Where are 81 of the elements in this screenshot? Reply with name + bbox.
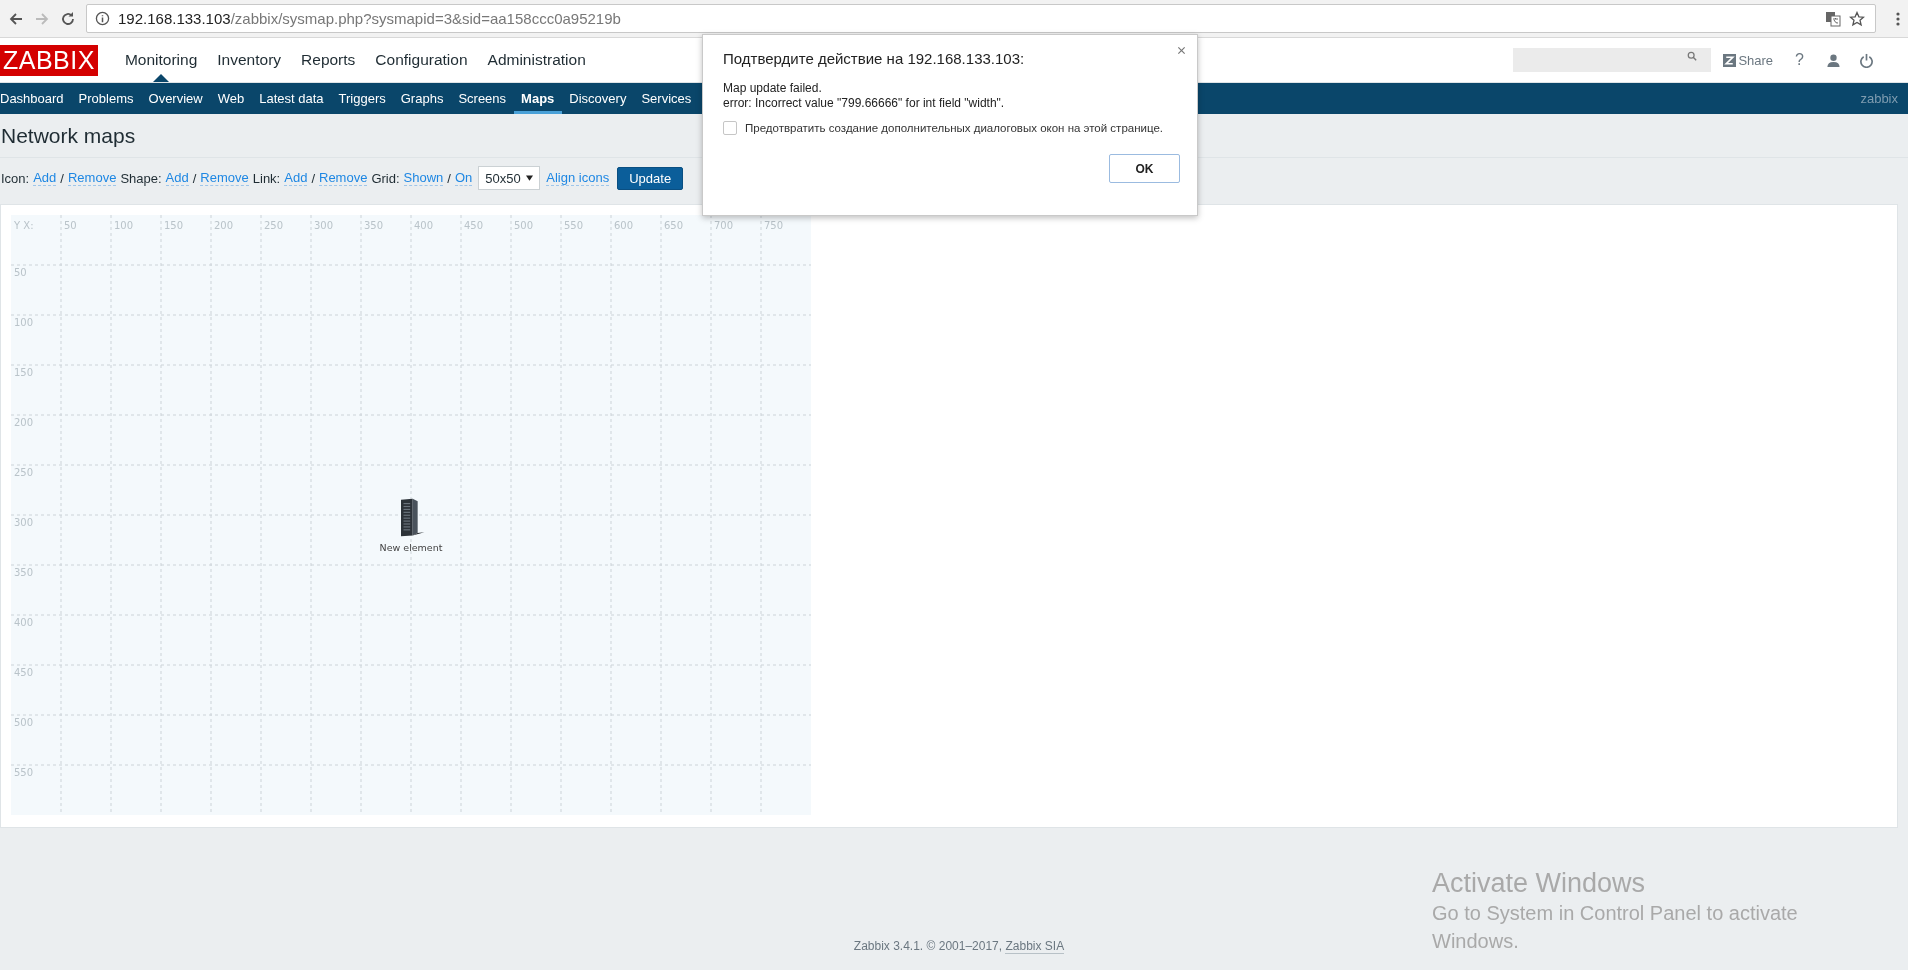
- toolbar-label: Link:: [252, 170, 281, 186]
- separator-text: /: [60, 170, 64, 186]
- axis-label: 100: [114, 220, 134, 231]
- axis-label: 200: [214, 220, 234, 231]
- dialog-message: Map update failed.: [723, 81, 823, 96]
- subnav-item[interactable]: Graphs: [393, 83, 451, 114]
- menu-item[interactable]: Inventory: [207, 38, 292, 82]
- reload-icon[interactable]: [60, 10, 76, 27]
- axis-label: 550: [564, 220, 584, 231]
- toolbar-label: Grid:: [371, 170, 400, 186]
- axis-label: 150: [164, 220, 184, 231]
- subnav-item[interactable]: Web: [210, 83, 252, 114]
- checkbox-label[interactable]: Предотвратить создание дополнительных диалоговых окон на этой странице.: [745, 122, 1163, 134]
- zabbix-logo[interactable]: ZABBIX: [0, 44, 98, 76]
- menu-item[interactable]: Reports: [291, 38, 366, 82]
- axis-label: 200: [14, 417, 34, 428]
- activation-text: Go to System in Control Panel to activate Windows.: [1432, 901, 1799, 954]
- subnav-item[interactable]: Problems: [71, 83, 142, 114]
- ok-button[interactable]: OK: [1109, 154, 1180, 183]
- subnav-item[interactable]: Dashboard: [0, 83, 72, 114]
- axis-label: 300: [314, 220, 334, 231]
- back-icon[interactable]: [8, 10, 24, 27]
- axis-label: 250: [14, 467, 34, 478]
- subnav-item[interactable]: Overview: [141, 83, 211, 114]
- axis-label: 600: [614, 220, 634, 231]
- activation-title: Activate Windows: [1432, 868, 1647, 899]
- axis-label: 550: [14, 767, 34, 778]
- url-text: 192.168.133.103/zabbix/sysmap.php?sysmapid=3&sid=aa158ccc0a95219b: [118, 10, 621, 27]
- update-button[interactable]: Update: [617, 166, 684, 190]
- footer-text: Zabbix 3.4.1. © 2001–2017, Zabbix SIA: [853, 939, 1065, 953]
- axis-label: 350: [364, 220, 384, 231]
- user-icon[interactable]: [1826, 52, 1841, 68]
- menu-item[interactable]: Configuration: [365, 38, 478, 82]
- checkbox[interactable]: [723, 121, 737, 135]
- axis-label: 300: [14, 517, 34, 528]
- axis-label: 100: [14, 317, 34, 328]
- translate-icon[interactable]: [1825, 10, 1841, 27]
- toolbar-label: Icon:: [1, 170, 30, 186]
- separator-text: /: [447, 170, 451, 186]
- star-icon[interactable]: [1849, 10, 1865, 27]
- axis-label: 50: [64, 220, 77, 231]
- dialog-message: error: Incorrect value "799.66666" for int field "width".: [723, 96, 1006, 111]
- map-element-label: New element: [379, 542, 443, 553]
- footer-link[interactable]: Zabbix SIA: [1005, 939, 1065, 954]
- info-icon[interactable]: [95, 11, 110, 26]
- dropdown-icon: [526, 175, 534, 181]
- axis-label: 650: [664, 220, 684, 231]
- address-bar[interactable]: 192.168.133.103/zabbix/sysmap.php?sysmapid=3&sid=aa158ccc0a95219b: [86, 4, 1876, 33]
- subnav-item[interactable]: Discovery: [561, 83, 634, 114]
- subnav-item[interactable]: Services: [633, 83, 699, 114]
- close-icon[interactable]: [1177, 46, 1186, 55]
- subnav-item[interactable]: Latest data: [251, 83, 332, 114]
- axis-label: 400: [14, 617, 34, 628]
- axis-label: 150: [14, 367, 34, 378]
- separator-text: /: [311, 170, 315, 186]
- power-icon[interactable]: [1859, 52, 1874, 68]
- help-link[interactable]: ?: [1795, 51, 1804, 69]
- subnav-item[interactable]: Screens: [450, 83, 514, 114]
- axis-label: 450: [464, 220, 484, 231]
- grid-size-select[interactable]: 50x50: [478, 166, 541, 190]
- menu-icon[interactable]: [1896, 10, 1900, 27]
- share-link[interactable]: Share: [1738, 52, 1774, 68]
- axis-label: 400: [414, 220, 434, 231]
- axis-label: 500: [14, 717, 34, 728]
- menu-item[interactable]: Administration: [477, 38, 596, 82]
- dialog-title: Подтвердите действие на 192.168.133.103:: [723, 50, 1026, 67]
- toolbar-label: Shape:: [120, 170, 162, 186]
- axis-label: 50: [14, 267, 27, 278]
- subnav-item[interactable]: Maps: [513, 83, 562, 114]
- search-field[interactable]: [1513, 48, 1712, 72]
- axis-label: 750: [764, 220, 784, 231]
- axis-label: 700: [714, 220, 734, 231]
- z-logo-icon: [1723, 53, 1737, 67]
- user-name: zabbix: [1860, 91, 1898, 106]
- search-icon[interactable]: [1687, 51, 1698, 61]
- subnav-item[interactable]: Triggers: [331, 83, 394, 114]
- axis-label: 350: [14, 567, 34, 578]
- axis-label: 250: [264, 220, 284, 231]
- axis-label: 500: [514, 220, 534, 231]
- axis-label: 450: [14, 667, 34, 678]
- separator-text: /: [192, 170, 197, 186]
